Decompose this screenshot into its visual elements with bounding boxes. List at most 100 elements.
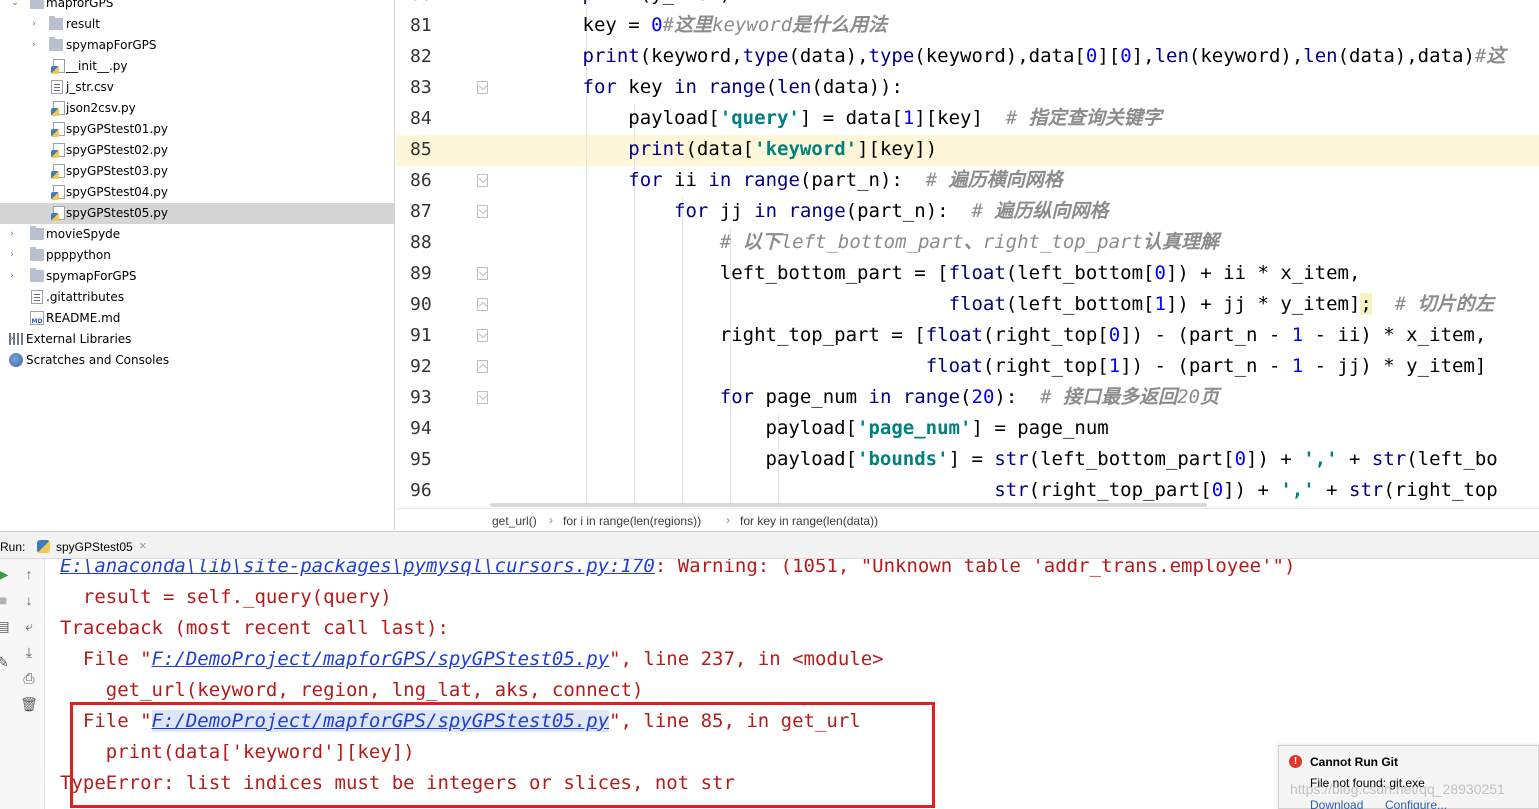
gutter-line[interactable]: 81 <box>396 10 491 41</box>
code-line[interactable]: payload['page_num'] = page_num <box>491 413 1539 444</box>
code-line[interactable]: str(right_top_part[0]) + ',' + str(right… <box>491 475 1539 506</box>
layout-icon[interactable]: ▤ <box>0 615 14 637</box>
configure-link[interactable]: Configure... <box>1385 798 1447 809</box>
breadcrumb-item[interactable]: for i in range(len(regions)) <box>563 514 701 528</box>
code-line[interactable]: for ii in range(part_n): # 遍历横向网格 <box>491 165 1539 196</box>
rerun-icon[interactable]: ▶ <box>0 563 14 585</box>
fold-toggle-icon[interactable] <box>477 329 488 342</box>
tree-item-spygpstest03-py[interactable]: spyGPStest03.py <box>0 161 394 182</box>
fold-toggle-icon[interactable] <box>477 391 488 404</box>
line-number: 89 <box>410 263 432 284</box>
gutter-line[interactable]: 88 <box>396 227 491 258</box>
breadcrumb-item[interactable]: get_url() <box>492 514 537 528</box>
tree-item-result[interactable]: › result <box>0 14 394 35</box>
gutter-line[interactable]: 92 <box>396 351 491 382</box>
fold-toggle-icon[interactable] <box>477 174 488 187</box>
tree-item-mapforgps[interactable]: ⌄ mapforGPS <box>0 0 394 14</box>
gutter-line[interactable]: 83 <box>396 72 491 103</box>
fold-toggle-icon[interactable] <box>477 298 488 311</box>
gutter-line[interactable]: 94 <box>396 413 491 444</box>
tree-item-label: Scratches and Consoles <box>26 353 170 367</box>
tree-item-spymapforgps-root[interactable]: › spymapForGPS <box>0 266 394 287</box>
code-editor[interactable]: 80 81 82 83 84 85 86 87 88 89 90 91 92 9… <box>396 0 1539 508</box>
trash-icon[interactable]: 🗑 <box>18 693 40 715</box>
gutter-line[interactable]: 90 <box>396 289 491 320</box>
tree-item-external-libraries[interactable]: › External Libraries <box>0 329 394 350</box>
tree-item-gitattributes[interactable]: .gitattributes <box>0 287 394 308</box>
gutter-line[interactable]: 89 <box>396 258 491 289</box>
soft-wrap-icon[interactable]: ⤶ <box>18 615 40 637</box>
line-number: 95 <box>410 449 432 470</box>
code-line[interactable]: left_bottom_part = [float(left_bottom[0]… <box>491 258 1539 289</box>
gutter-line[interactable]: 93 <box>396 382 491 413</box>
tree-item-readme-md[interactable]: MD README.md <box>0 308 394 329</box>
line-number: 96 <box>410 480 432 501</box>
code-line[interactable]: float(left_bottom[1]) + jj * y_item]; # … <box>491 289 1539 320</box>
scroll-to-end-icon[interactable]: ⤓ <box>18 641 40 663</box>
code-line[interactable]: for jj in range(part_n): # 遍历纵向网格 <box>491 196 1539 227</box>
scroll-down-icon[interactable]: ↓ <box>18 589 40 611</box>
code-line[interactable]: key = 0#这里keyword是什么用法 <box>491 10 1539 41</box>
tree-item-spymapforgps[interactable]: › spymapForGPS <box>0 35 394 56</box>
chevron-right-icon: › <box>726 513 730 527</box>
tree-item-ppppython[interactable]: › ppppython <box>0 245 394 266</box>
gutter-line[interactable]: 91 <box>396 320 491 351</box>
gutter-line[interactable]: 84 <box>396 103 491 134</box>
tree-item-label: result <box>66 17 100 31</box>
chevron-right-icon[interactable]: › <box>6 228 18 240</box>
fold-toggle-icon[interactable] <box>477 81 488 94</box>
tree-item-spygpstest02-py[interactable]: spyGPStest02.py <box>0 140 394 161</box>
git-error-notification[interactable]: ! Cannot Run Git File not found: git.exe… <box>1278 745 1539 809</box>
error-highlight-box <box>70 702 935 808</box>
code-line[interactable]: print(keyword,type(data),type(keyword),d… <box>491 41 1539 72</box>
code-line-current[interactable]: print(data['keyword'][key]) <box>491 134 1539 165</box>
code-line[interactable]: float(right_top[1]) - (part_n - 1 - jj) … <box>491 351 1539 382</box>
tree-item-spygpstest01-py[interactable]: spyGPStest01.py <box>0 119 394 140</box>
tree-item-scratches[interactable]: Scratches and Consoles <box>0 350 394 371</box>
stop-icon[interactable]: ■ <box>0 589 14 611</box>
tree-item-moviespyde[interactable]: › movieSpyde <box>0 224 394 245</box>
print-icon[interactable]: ⎙ <box>18 667 40 689</box>
download-link[interactable]: Download <box>1310 798 1363 809</box>
fold-toggle-icon[interactable] <box>477 360 488 373</box>
code-line[interactable]: print(y_item) <box>491 0 1539 10</box>
chevron-right-icon[interactable]: › <box>6 270 18 282</box>
line-number: 90 <box>410 294 432 315</box>
tree-item-init-py[interactable]: __init__.py <box>0 56 394 77</box>
tree-item-spygpstest04-py[interactable]: spyGPStest04.py <box>0 182 394 203</box>
chevron-right-icon[interactable]: › <box>28 39 40 51</box>
code-line[interactable]: for page_num in range(20): # 接口最多返回20页 <box>491 382 1539 413</box>
scroll-up-icon[interactable]: ↑ <box>18 563 40 585</box>
gutter-line[interactable]: 80 <box>396 0 491 10</box>
fold-toggle-icon[interactable] <box>477 205 488 218</box>
tree-item-label: mapforGPS <box>46 0 114 10</box>
breadcrumb-item[interactable]: for key in range(len(data)) <box>740 514 878 528</box>
gutter-line[interactable]: 86 <box>396 165 491 196</box>
pin-icon[interactable]: ✎ <box>0 651 14 673</box>
chevron-down-icon[interactable]: ⌄ <box>9 0 21 9</box>
code-line[interactable]: payload['query'] = data[1][key] # 指定查询关键… <box>491 103 1539 134</box>
code-line[interactable]: payload['bounds'] = str(left_bottom_part… <box>491 444 1539 475</box>
code-line[interactable]: for key in range(len(data)): <box>491 72 1539 103</box>
console-file-link[interactable]: E:\anaconda\lib\site-packages\pymysql\cu… <box>60 559 655 577</box>
console-warning-line: E:\anaconda\lib\site-packages\pymysql\cu… <box>60 559 1295 582</box>
tree-item-j-str-csv[interactable]: j_str.csv <box>0 77 394 98</box>
console-file-link[interactable]: F:/DemoProject/mapforGPS/spyGPStest05.py <box>152 648 610 670</box>
chevron-right-icon[interactable]: › <box>28 18 40 30</box>
gutter-line[interactable]: 85 <box>396 134 491 165</box>
tree-item-spygpstest05-py[interactable]: spyGPStest05.py <box>0 203 394 224</box>
gutter-line[interactable]: 96 <box>396 475 491 506</box>
project-tree-panel: ⌄ mapforGPS › result › spymapForGPS __in… <box>0 0 395 530</box>
tree-item-json2csv-py[interactable]: json2csv.py <box>0 98 394 119</box>
horizontal-scrollbar[interactable] <box>490 503 1207 507</box>
python-file-icon <box>51 101 65 116</box>
code-line[interactable]: # 以下left_bottom_part、right_top_part认真理解 <box>491 227 1539 258</box>
gutter-line[interactable]: 87 <box>396 196 491 227</box>
gutter-line[interactable]: 82 <box>396 41 491 72</box>
code-line[interactable]: right_top_part = [float(right_top[0]) - … <box>491 320 1539 351</box>
close-icon[interactable]: × <box>139 538 147 553</box>
fold-toggle-icon[interactable] <box>477 267 488 280</box>
run-tab-spygpstest05[interactable]: spyGPStest05 × <box>28 532 152 560</box>
chevron-right-icon[interactable]: › <box>6 249 18 261</box>
gutter-line[interactable]: 95 <box>396 444 491 475</box>
